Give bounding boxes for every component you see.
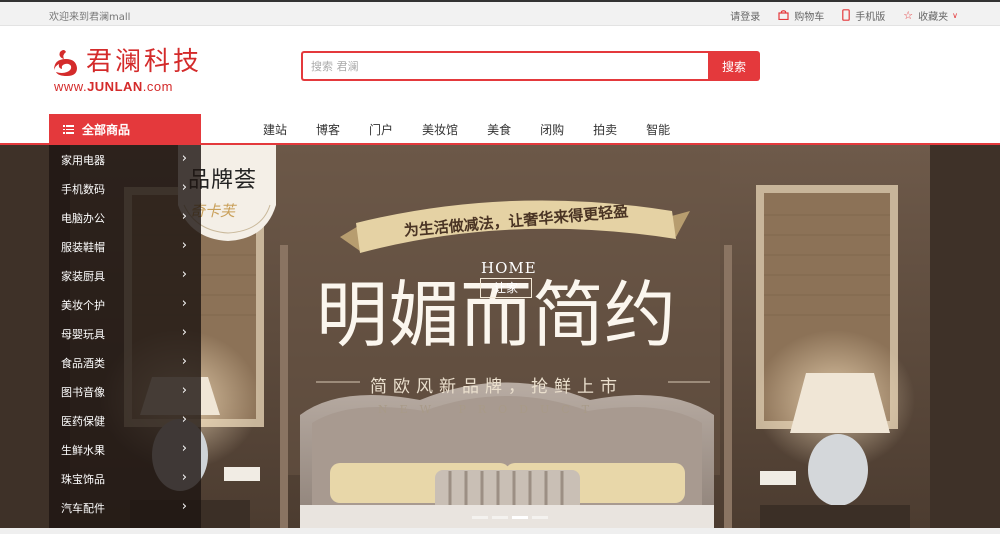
cart-icon [778,9,789,22]
category-item[interactable]: 汽车配件 › [49,493,201,522]
nav-link-meishi[interactable]: 美食 [487,121,511,138]
chevron-right-icon: › [181,209,187,224]
category-item[interactable]: 美妆个护 › [49,290,201,319]
category-item[interactable]: 医药保健 › [49,406,201,435]
menu-icon [63,125,74,134]
chevron-down-icon: ∨ [952,11,958,20]
main-nav: 全部商品 建站 博客 门户 美妆馆 美食 闭购 拍卖 智能 [0,114,1000,145]
chevron-right-icon: › [181,296,187,311]
carousel-dot-active[interactable] [512,516,528,519]
category-item[interactable]: 家用电器 › [49,145,201,174]
category-item[interactable]: 服装鞋帽 › [49,232,201,261]
nav-link-bigou[interactable]: 闭购 [540,121,564,138]
logo-url: www.JUNLAN.com [54,79,173,94]
search-bar: 搜索 [301,51,760,81]
search-button[interactable]: 搜索 [708,51,760,81]
nav-link-meizhuangguan[interactable]: 美妆馆 [422,121,458,138]
category-item[interactable]: 生鲜水果 › [49,435,201,464]
carousel-indicators [472,516,548,519]
favorites-link[interactable]: ☆ 收藏夹 ∨ [903,8,958,24]
banner-subline-en: NEW PRODUCT [378,403,602,416]
nav-link-menhu[interactable]: 门户 [369,121,393,138]
category-panel: 家用电器 › 手机数码 › 电脑办公 › 服装鞋帽 › 家装厨具 › 美妆个护 › 母婴玩具… [49,145,201,528]
chevron-right-icon: › [181,180,187,195]
top-links: 请登录 购物车 手机版 ☆ 收藏夹 ∨ [712,8,958,23]
chevron-right-icon: › [181,267,187,282]
star-icon: ☆ [903,8,914,22]
mobile-link[interactable]: 手机版 [842,8,885,23]
chevron-right-icon: › [181,354,187,369]
banner-home-cn: 让家 [480,278,532,298]
carousel-dot[interactable] [492,516,508,519]
mobile-icon [842,8,851,23]
banner-subline: 简欧风新品牌，抢鲜上市 [370,377,623,397]
nav-link-zhineng[interactable]: 智能 [646,121,670,138]
chevron-right-icon: › [181,325,187,340]
chevron-right-icon: › [181,470,187,485]
login-link[interactable]: 请登录 [730,8,760,23]
chevron-right-icon: › [181,238,187,253]
chevron-right-icon: › [181,383,187,398]
category-item[interactable]: 图书音像 › [49,377,201,406]
top-bar: 欢迎来到君澜mall 请登录 购物车 手机版 ☆ 收藏夹 ∨ [0,0,1000,26]
chevron-right-icon: › [181,151,187,166]
header: 君澜科技 www.JUNLAN.com 搜索 [0,26,1000,116]
chevron-right-icon: › [181,499,187,514]
category-item[interactable]: 珠宝饰品 › [49,464,201,493]
logo-name: 君澜科技 [86,47,203,77]
all-categories-button[interactable]: 全部商品 [49,114,201,145]
category-item[interactable]: 食品酒类 › [49,348,201,377]
cart-link[interactable]: 购物车 [778,8,824,23]
search-input[interactable] [301,51,709,81]
welcome-text: 欢迎来到君澜mall [49,12,131,23]
logo[interactable]: 君澜科技 www.JUNLAN.com [50,46,220,96]
carousel-dot[interactable] [472,516,488,519]
category-item[interactable]: 母婴玩具 › [49,319,201,348]
category-item[interactable]: 电脑办公 › [49,203,201,232]
nav-link-jianzhan[interactable]: 建站 [263,121,287,138]
carousel-dot[interactable] [532,516,548,519]
banner-home-en: HOME [481,259,537,277]
chevron-right-icon: › [181,441,187,456]
category-item[interactable]: 家装厨具 › [49,261,201,290]
category-item[interactable]: 手机数码 › [49,174,201,203]
nav-links: 建站 博客 门户 美妆馆 美食 闭购 拍卖 智能 [263,114,699,145]
logo-mark-icon [54,50,77,76]
nav-link-paimai[interactable]: 拍卖 [593,121,617,138]
nav-link-boke[interactable]: 博客 [316,121,340,138]
page-bottom-strip [0,528,1000,534]
chevron-right-icon: › [181,412,187,427]
